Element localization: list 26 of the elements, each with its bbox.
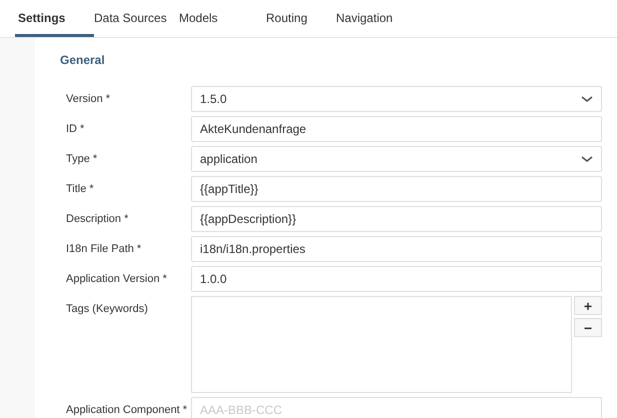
input-field[interactable]: i18n/i18n.properties	[191, 236, 602, 262]
field-label: I18n File Path *	[65, 242, 142, 257]
field-label: Application Component *	[65, 403, 188, 418]
field-label: Version *	[65, 92, 112, 107]
field-label: Title *	[65, 182, 95, 197]
field-label: Application Version *	[65, 272, 168, 287]
chevron-down-icon	[581, 96, 593, 102]
section-title: General	[60, 53, 106, 67]
input-field[interactable]: AkteKundenanfrage	[191, 116, 602, 142]
input-field[interactable]: {{appTitle}}	[191, 176, 602, 202]
field-label: Type *	[65, 152, 98, 167]
chevron-down-icon	[581, 156, 593, 162]
input-field[interactable]: 1.0.0	[191, 266, 602, 292]
input-field[interactable]: {{appDescription}}	[191, 206, 602, 232]
tab[interactable]: Data Sources	[94, 0, 179, 37]
tab[interactable]: Navigation	[336, 0, 396, 37]
field-label: Description *	[65, 212, 130, 227]
select-field[interactable]: 1.5.0	[191, 86, 602, 112]
field-label: Tags (Keywords)	[65, 302, 149, 317]
tab[interactable]: Routing	[266, 0, 336, 37]
tab[interactable]: Models	[179, 0, 266, 37]
select-field[interactable]: application	[191, 146, 602, 172]
remove-button[interactable]: −	[574, 318, 602, 337]
field-label: ID *	[65, 122, 86, 137]
tags-list[interactable]	[191, 296, 572, 393]
add-button[interactable]: +	[574, 296, 602, 315]
